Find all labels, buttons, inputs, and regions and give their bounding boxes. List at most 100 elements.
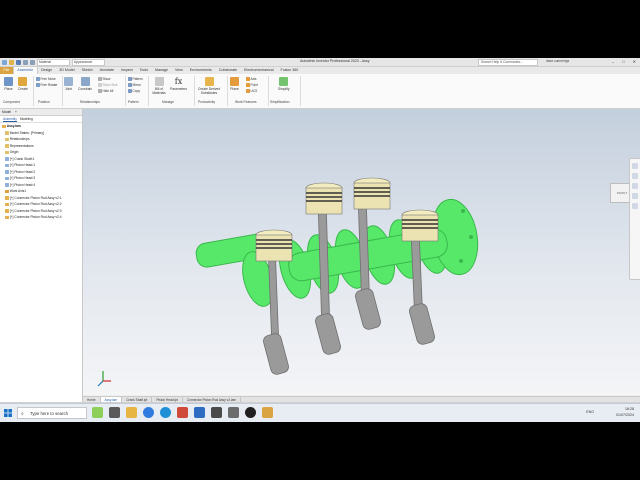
inventor-icon[interactable] [262, 407, 273, 418]
help-search-input[interactable]: Search Help & Commands... [478, 59, 538, 66]
outlook-icon[interactable] [194, 407, 205, 418]
tab-assembly[interactable]: Assembly [3, 116, 17, 122]
constrain-label: Constrain [78, 87, 93, 91]
bill-of-materials-button[interactable]: Bill of Materials [150, 77, 168, 95]
tab-sketch[interactable]: Sketch [78, 67, 96, 74]
place-label: Place [4, 87, 13, 91]
ucs-button[interactable]: UCS [246, 89, 257, 93]
joint-label: Joint [65, 87, 72, 91]
edge-icon[interactable] [160, 407, 171, 418]
clock-date[interactable]: 01/07/2024 [616, 412, 634, 418]
part-icon [5, 163, 9, 167]
tab-tools[interactable]: Tools [136, 67, 151, 74]
pan-icon[interactable] [632, 173, 638, 179]
mirror-button[interactable]: Mirror [128, 83, 141, 87]
tab-assemble[interactable]: Assemble [12, 67, 38, 74]
axis-button[interactable]: Axis [246, 77, 257, 81]
free-rotate-label: Free Rotate [40, 83, 58, 87]
full-navigation-wheel-icon[interactable] [632, 163, 638, 169]
add-icon[interactable]: + [15, 109, 17, 115]
tab-manage[interactable]: Manage [152, 67, 172, 74]
open-icon[interactable] [9, 59, 14, 65]
search-icon: ⌕ [21, 411, 24, 417]
maximize-icon[interactable]: □ [622, 59, 624, 64]
tab-design[interactable]: Design [38, 67, 56, 74]
show-sick-button[interactable]: Show Sick [98, 83, 117, 87]
constrain-button[interactable]: Constrain [78, 77, 92, 91]
create-derived-button[interactable]: Create Derived Substitutes [196, 77, 222, 95]
show-label: Show [102, 77, 111, 81]
point-label: Point [250, 83, 258, 87]
snipping-tool-icon[interactable] [177, 407, 188, 418]
free-move-button[interactable]: Free Move [36, 77, 56, 81]
tab-environments[interactable]: Environments [186, 67, 215, 74]
tab-view[interactable]: View [172, 67, 187, 74]
orbit-icon[interactable] [632, 193, 638, 199]
close-icon[interactable]: ✕ [633, 59, 636, 64]
free-move-label: Free Move [40, 77, 56, 81]
tab-file[interactable]: File [0, 67, 13, 74]
obs-icon[interactable] [245, 407, 256, 418]
parameters-button[interactable]: fx Parameters [170, 77, 187, 91]
tree-node-label: [+] Piston Head:1 [9, 163, 36, 168]
redo-icon[interactable] [30, 59, 35, 65]
point-button[interactable]: Point [246, 83, 258, 87]
pattern-label: Pattern [132, 77, 143, 81]
group-simplification[interactable]: Simplification [270, 100, 289, 104]
file-explorer-icon[interactable] [126, 407, 137, 418]
graphics-viewport[interactable]: FRONT [83, 109, 640, 395]
fx-icon: fx [174, 77, 184, 86]
simplify-button[interactable]: Simplify [278, 77, 290, 91]
tree-node-connector-4[interactable]: [+] Connector Piston Rod Assy v2:4 [2, 214, 62, 221]
place-button[interactable]: Place [4, 77, 13, 91]
minimize-icon[interactable]: – [612, 59, 614, 64]
tab-electromechanical[interactable]: Electromechanical [241, 67, 277, 74]
group-divider [227, 76, 228, 106]
group-position[interactable]: Position [38, 100, 50, 104]
appearance-dropdown[interactable]: Appearance [72, 58, 105, 66]
taskbar-search-input[interactable]: ⌕ Type here to search [17, 407, 87, 419]
joint-button[interactable]: Joint [64, 77, 73, 91]
tree-node-label: [+] Crank Shaft:1 [9, 156, 35, 161]
tab-modeling[interactable]: Modeling [20, 116, 33, 122]
copy-button[interactable]: Copy [128, 89, 140, 93]
chrome-icon[interactable] [143, 407, 154, 418]
tab-annotate[interactable]: Annotate [96, 67, 117, 74]
group-component[interactable]: Component [3, 100, 20, 104]
app-icon[interactable] [211, 407, 222, 418]
undo-icon[interactable] [23, 59, 28, 65]
save-icon[interactable] [16, 59, 21, 65]
settings-icon[interactable] [228, 407, 239, 418]
create-button[interactable]: Create [18, 77, 28, 91]
crankshaft-assembly-model[interactable] [83, 109, 640, 395]
quick-access-toolbar: Material Appearance [2, 58, 105, 66]
group-relationships[interactable]: Relationships [80, 100, 100, 104]
zoom-icon[interactable] [632, 183, 638, 189]
windows-start-icon[interactable] [4, 409, 12, 417]
group-pattern[interactable]: Pattern [128, 100, 139, 104]
browser-tabs: Assembly Modeling [0, 116, 82, 123]
part-icon [5, 183, 9, 187]
group-work-features[interactable]: Work Features [235, 100, 257, 104]
widget-icon[interactable] [92, 407, 103, 418]
tab-inspect[interactable]: Inspect [118, 67, 137, 74]
show-button[interactable]: Show [98, 77, 110, 81]
tab-3d-model[interactable]: 3D Model [56, 67, 78, 74]
group-manage[interactable]: Manage [162, 100, 174, 104]
free-rotate-button[interactable]: Free Rotate [36, 83, 57, 87]
pattern-button[interactable]: Pattern [128, 77, 143, 81]
group-divider [62, 76, 63, 106]
user-account[interactable]: dave.cummings [546, 59, 569, 63]
group-productivity[interactable]: Productivity [198, 100, 215, 104]
tab-fusion-360[interactable]: Fusion 360 [277, 67, 302, 74]
look-at-icon[interactable] [632, 203, 638, 209]
plane-button[interactable]: Plane [230, 77, 239, 91]
language-indicator[interactable]: ENG [586, 409, 594, 415]
new-icon[interactable] [2, 59, 7, 65]
hide-all-button[interactable]: Hide All [98, 89, 113, 93]
material-dropdown[interactable]: Material [37, 58, 70, 66]
folder-icon [5, 144, 9, 148]
task-view-icon[interactable] [109, 407, 120, 418]
plane-label: Plane [230, 87, 239, 91]
tab-collaborate[interactable]: Collaborate [215, 67, 240, 74]
